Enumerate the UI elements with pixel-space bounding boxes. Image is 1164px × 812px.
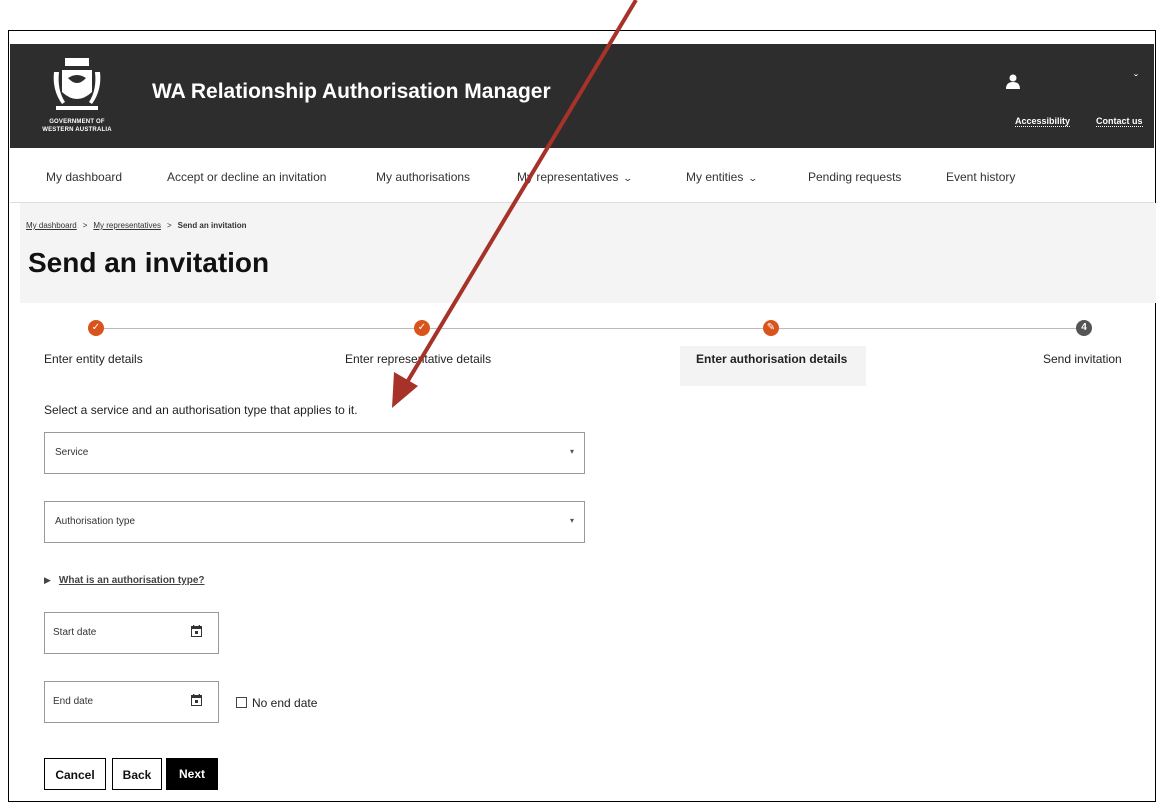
arrowhead: [392, 372, 418, 408]
annotation-arrow: [392, 0, 638, 408]
